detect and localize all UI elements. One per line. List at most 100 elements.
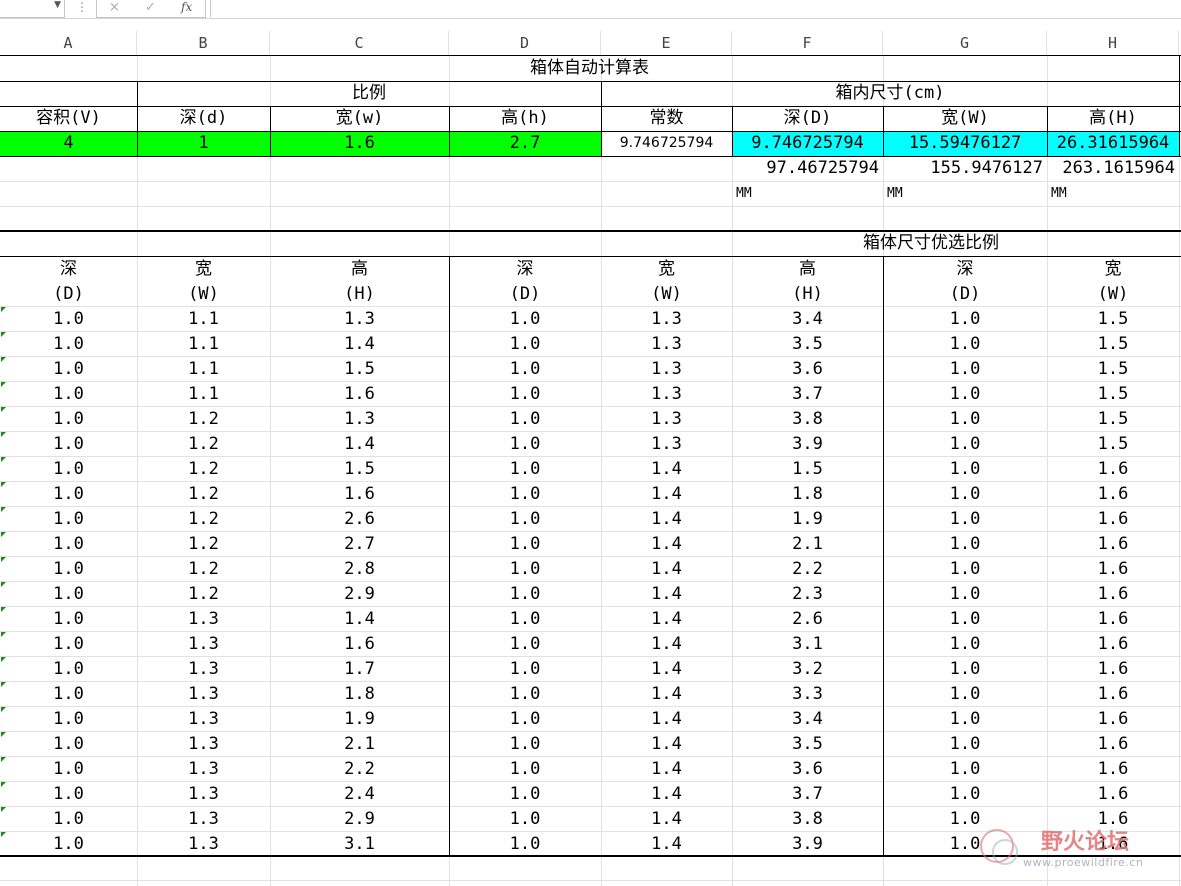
table-cell[interactable]: 1.0 (449, 407, 601, 431)
header-cell-top[interactable]: 深 (883, 257, 1047, 281)
table-cell[interactable]: 1.0 (883, 732, 1047, 756)
table-cell[interactable]: 1.0 (883, 782, 1047, 806)
table-cell[interactable]: 1.2 (137, 482, 270, 506)
table-cell[interactable]: 3.8 (732, 407, 883, 431)
table-cell[interactable]: 3.5 (732, 732, 883, 756)
table-cell[interactable]: 2.7 (270, 532, 449, 556)
table-cell[interactable]: 1.3 (601, 332, 732, 356)
table-cell[interactable]: 1.0 (0, 582, 137, 606)
table-cell[interactable]: 1.0 (883, 632, 1047, 656)
table-cell[interactable]: 1.3 (137, 657, 270, 681)
table-cell[interactable]: 1.0 (0, 482, 137, 506)
table-cell[interactable]: 1.0 (0, 382, 137, 406)
table-cell[interactable]: 1.0 (0, 557, 137, 581)
table-cell[interactable]: 1.4 (601, 782, 732, 806)
table-cell[interactable]: 1.6 (1047, 707, 1179, 731)
table-cell[interactable]: 1.0 (883, 582, 1047, 606)
table-cell[interactable]: 1.0 (0, 657, 137, 681)
calc-title[interactable]: 箱体自动计算表 (0, 56, 1179, 81)
table-cell[interactable]: 1.0 (0, 607, 137, 631)
table-cell[interactable]: 1.6 (1047, 682, 1179, 706)
mm-value-cell[interactable]: 97.46725794 (732, 156, 883, 181)
table-cell[interactable]: 1.0 (449, 732, 601, 756)
table-cell[interactable]: 1.4 (270, 332, 449, 356)
table-cell[interactable]: 1.9 (270, 707, 449, 731)
table-cell[interactable]: 1.4 (601, 682, 732, 706)
table-cell[interactable]: 1.0 (883, 757, 1047, 781)
preferred-title[interactable]: 箱体尺寸优选比例 (0, 231, 1179, 256)
table-cell[interactable]: 2.9 (270, 582, 449, 606)
table-cell[interactable]: 1.4 (601, 832, 732, 856)
label-cell[interactable]: 常数 (601, 106, 732, 131)
table-cell[interactable]: 1.4 (601, 457, 732, 481)
table-cell[interactable]: 1.6 (1047, 482, 1179, 506)
column-header-a[interactable]: A (0, 31, 137, 55)
column-header-h[interactable]: H (1047, 31, 1179, 55)
mm-unit-cell[interactable]: MM (732, 181, 883, 206)
table-cell[interactable]: 1.2 (137, 507, 270, 531)
table-cell[interactable]: 1.0 (449, 832, 601, 856)
table-cell[interactable]: 1.2 (137, 407, 270, 431)
table-cell[interactable]: 1.1 (137, 307, 270, 331)
mm-unit-cell[interactable]: MM (1047, 181, 1179, 206)
table-cell[interactable]: 3.1 (732, 632, 883, 656)
table-cell[interactable]: 1.0 (0, 532, 137, 556)
table-cell[interactable]: 2.4 (270, 782, 449, 806)
table-cell[interactable]: 1.4 (601, 582, 732, 606)
table-cell[interactable]: 1.4 (601, 607, 732, 631)
label-cell[interactable]: 深(d) (137, 106, 270, 131)
table-cell[interactable]: 1.0 (0, 407, 137, 431)
table-cell[interactable]: 1.3 (601, 382, 732, 406)
table-cell[interactable]: 1.4 (601, 632, 732, 656)
table-cell[interactable]: 1.0 (883, 307, 1047, 331)
table-cell[interactable]: 1.6 (1047, 657, 1179, 681)
table-cell[interactable]: 1.6 (1047, 782, 1179, 806)
table-cell[interactable]: 1.6 (1047, 532, 1179, 556)
table-cell[interactable]: 3.3 (732, 682, 883, 706)
table-cell[interactable]: 1.5 (1047, 357, 1179, 381)
value-cell[interactable]: 9.746725794 (601, 131, 732, 156)
header-cell-top[interactable]: 高 (270, 257, 449, 281)
header-cell-bottom[interactable]: (W) (601, 282, 732, 306)
fx-icon[interactable]: fx (181, 0, 192, 14)
table-cell[interactable]: 1.0 (449, 507, 601, 531)
value-cell[interactable]: 9.746725794 (732, 131, 883, 156)
table-cell[interactable]: 1.0 (883, 707, 1047, 731)
table-cell[interactable]: 1.0 (449, 607, 601, 631)
table-cell[interactable]: 1.3 (601, 357, 732, 381)
table-cell[interactable]: 1.8 (270, 682, 449, 706)
enter-icon[interactable]: ✓ (145, 0, 156, 15)
table-cell[interactable]: 2.6 (270, 507, 449, 531)
table-cell[interactable]: 2.2 (732, 557, 883, 581)
table-cell[interactable]: 1.0 (0, 332, 137, 356)
table-cell[interactable]: 1.0 (0, 357, 137, 381)
table-cell[interactable]: 1.2 (137, 432, 270, 456)
table-cell[interactable]: 1.0 (449, 332, 601, 356)
table-cell[interactable]: 1.0 (0, 632, 137, 656)
table-cell[interactable]: 1.0 (883, 407, 1047, 431)
table-cell[interactable]: 1.3 (137, 607, 270, 631)
table-cell[interactable]: 3.8 (732, 807, 883, 831)
table-cell[interactable]: 1.2 (137, 457, 270, 481)
table-cell[interactable]: 1.6 (1047, 632, 1179, 656)
table-cell[interactable]: 1.5 (270, 457, 449, 481)
table-cell[interactable]: 1.0 (0, 307, 137, 331)
table-cell[interactable]: 1.2 (137, 582, 270, 606)
table-cell[interactable]: 1.3 (137, 707, 270, 731)
table-cell[interactable]: 1.3 (137, 832, 270, 856)
table-cell[interactable]: 1.0 (449, 807, 601, 831)
table-cell[interactable]: 1.2 (137, 557, 270, 581)
header-cell-top[interactable]: 宽 (137, 257, 270, 281)
table-cell[interactable]: 1.3 (137, 632, 270, 656)
table-cell[interactable]: 1.3 (601, 407, 732, 431)
column-header-c[interactable]: C (270, 31, 449, 55)
ratio-header[interactable]: 比例 (137, 81, 601, 106)
table-cell[interactable]: 1.3 (137, 757, 270, 781)
table-cell[interactable]: 1.0 (449, 657, 601, 681)
table-cell[interactable]: 1.4 (601, 532, 732, 556)
table-cell[interactable]: 1.0 (883, 432, 1047, 456)
table-cell[interactable]: 1.0 (883, 607, 1047, 631)
table-cell[interactable]: 1.0 (883, 482, 1047, 506)
header-cell-bottom[interactable]: (W) (1047, 282, 1179, 306)
table-cell[interactable]: 1.0 (883, 457, 1047, 481)
